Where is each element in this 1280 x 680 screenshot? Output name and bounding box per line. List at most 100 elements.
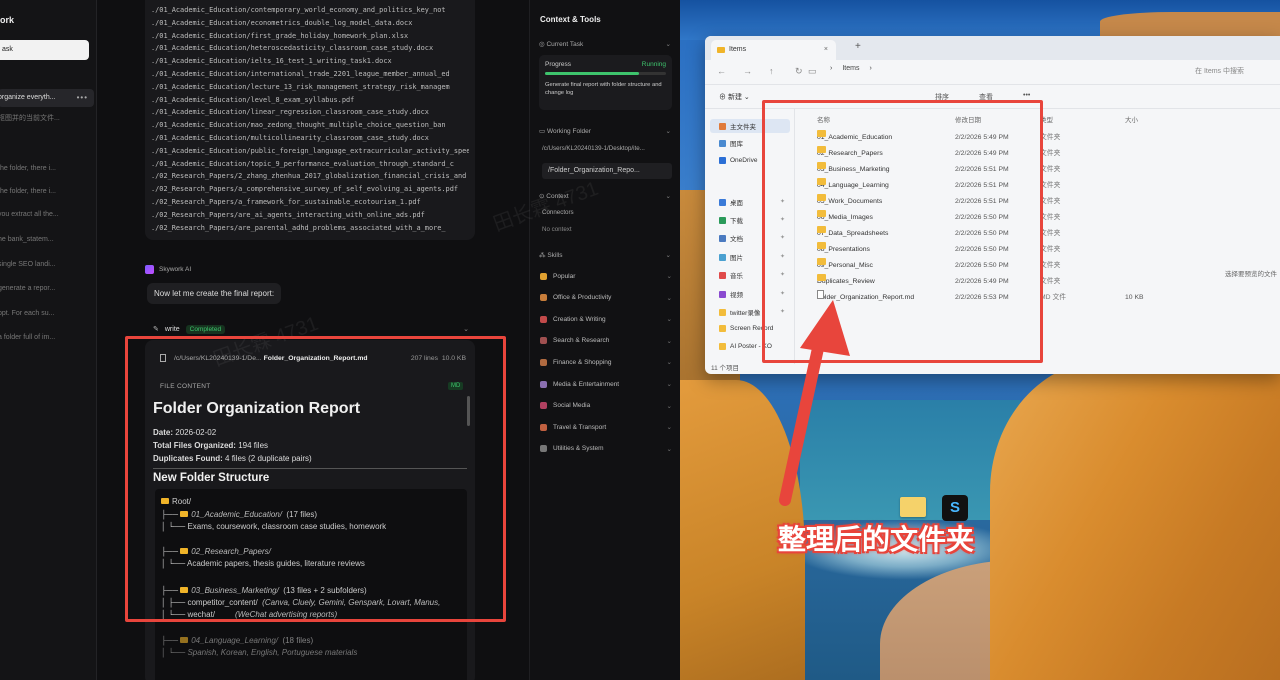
- sidebar-item-label: generate a repor...: [0, 285, 56, 292]
- working-folder-header[interactable]: ▭ Working Folder ⌄: [539, 127, 671, 136]
- file-date: 2/2/2026 5:50 PM: [955, 214, 1009, 221]
- sort-button[interactable]: 排序: [935, 92, 949, 102]
- chat-panel: ./01_Academic_Education/contemporary_wor…: [97, 0, 529, 680]
- file-row[interactable]: 01_Academic_Education 2/2/2026 5:49 PM 文件夹: [805, 130, 1265, 146]
- sidebar-item[interactable]: ppt. For each su...: [0, 307, 94, 321]
- new-task-button[interactable]: ask: [0, 40, 89, 60]
- nav-item[interactable]: OneDrive: [719, 157, 757, 164]
- new-tab-button[interactable]: +: [855, 41, 861, 52]
- sidebar-item[interactable]: the folder, there i...: [0, 185, 94, 199]
- nav-item-label: twitter录像: [730, 310, 761, 317]
- tree-branch: ├──: [161, 510, 181, 519]
- folder-icon: [180, 548, 189, 554]
- chevron-down-icon[interactable]: ⌄: [666, 192, 671, 200]
- skill-icon: [540, 402, 547, 410]
- search-input[interactable]: 在 Items 中搜索: [1195, 66, 1244, 76]
- file-row[interactable]: Duplicates_Review 2/2/2026 5:49 PM 文件夹: [805, 274, 1265, 290]
- nav-item-label: 音乐: [730, 273, 743, 280]
- sidebar-item[interactable]: a folder full of im...: [0, 331, 94, 345]
- nav-item[interactable]: 文档: [719, 233, 743, 243]
- chevron-down-icon[interactable]: ⌄: [666, 40, 671, 48]
- skills-icon: ⁂: [539, 252, 548, 259]
- col-name[interactable]: 名称: [817, 114, 830, 124]
- pin-icon: ✦: [780, 235, 786, 241]
- nav-item-icon: [719, 271, 726, 279]
- sidebar-item[interactable]: 抠图并的当前文件...: [0, 112, 94, 126]
- skill-category[interactable]: Social Media ⌄: [540, 402, 672, 410]
- file-row[interactable]: 09_Personal_Misc 2/2/2026 5:50 PM 文件夹: [805, 258, 1265, 274]
- agent-header: Skywork AI: [145, 265, 191, 274]
- more-icon[interactable]: •••: [77, 89, 88, 107]
- chevron-down-icon[interactable]: ⌄: [666, 251, 671, 259]
- nav-item[interactable]: 视频: [719, 289, 743, 299]
- sidebar-item[interactable]: you extract all the...: [0, 208, 94, 222]
- file-row[interactable]: 07_Data_Spreadsheets 2/2/2026 5:50 PM 文件夹: [805, 226, 1265, 242]
- file-row[interactable]: 03_Business_Marketing 2/2/2026 5:51 PM 文件夹: [805, 162, 1265, 178]
- chevron-down-icon[interactable]: ⌄: [666, 127, 671, 135]
- file-list-line: ./01_Academic_Education/linear_regressio…: [151, 108, 429, 117]
- skill-category[interactable]: Media & Entertainment ⌄: [540, 380, 672, 388]
- nav-item[interactable]: twitter录像: [719, 307, 760, 317]
- skill-category[interactable]: Office & Productivity ⌄: [540, 294, 672, 302]
- col-type[interactable]: 类型: [1040, 114, 1053, 124]
- working-file-chip[interactable]: /Folder_Organization_Repo...: [542, 163, 672, 179]
- file-date: 2/2/2026 5:49 PM: [955, 134, 1009, 141]
- chevron-down-icon: ⌄: [666, 424, 672, 432]
- nav-item[interactable]: 桌面: [719, 197, 743, 207]
- tree-subfolder: │ └── wechat/: [161, 610, 216, 619]
- sidebar-item[interactable]: organize everyth... •••: [0, 89, 94, 107]
- file-row[interactable]: 04_Language_Learning 2/2/2026 5:51 PM 文件夹: [805, 178, 1265, 194]
- skill-category[interactable]: Search & Research ⌄: [540, 337, 672, 345]
- up-arrow-icon[interactable]: ↑: [769, 66, 774, 76]
- skill-label: Media & Entertainment: [553, 380, 620, 388]
- scrollbar[interactable]: [467, 396, 470, 426]
- file-lines: 207 lines: [410, 354, 439, 362]
- sidebar-item[interactable]: generate a repor...: [0, 282, 94, 296]
- skill-category[interactable]: Finance & Shopping ⌄: [540, 358, 672, 366]
- sidebar-item-label: a folder full of im...: [0, 334, 56, 341]
- nav-item-icon: [719, 198, 726, 206]
- file-row[interactable]: 02_Research_Papers 2/2/2026 5:49 PM 文件夹: [805, 146, 1265, 162]
- breadcrumb[interactable]: › Items ›: [830, 65, 872, 72]
- total-value: 194 files: [238, 441, 269, 450]
- skill-category[interactable]: Utilities & System ⌄: [540, 445, 672, 453]
- nav-item[interactable]: 图片: [719, 252, 743, 262]
- sidebar-item[interactable]: single SEO landi...: [0, 258, 94, 272]
- nav-item[interactable]: 音乐: [719, 270, 743, 280]
- nav-item[interactable]: 图库: [719, 138, 743, 148]
- col-date[interactable]: 修改日期: [955, 114, 981, 124]
- view-button[interactable]: 查看: [979, 92, 993, 102]
- close-icon[interactable]: ×: [824, 40, 828, 60]
- skill-category[interactable]: Popular ⌄: [540, 272, 672, 280]
- skill-category[interactable]: Travel & Transport ⌄: [540, 423, 672, 431]
- tree-line: ├── 02_Research_Papers/: [161, 547, 271, 556]
- nav-item[interactable]: AI Poster - KO: [719, 343, 772, 350]
- more-button[interactable]: •••: [1023, 92, 1030, 102]
- file-name-cell: 05_Work_Documents: [817, 194, 882, 210]
- chevron-down-icon: ⌄: [666, 359, 672, 367]
- breadcrumb-items[interactable]: Items: [842, 65, 859, 72]
- nav-item[interactable]: Screen Record: [719, 325, 773, 332]
- refresh-icon[interactable]: ↻: [795, 66, 803, 77]
- pin-icon: ✦: [780, 291, 786, 297]
- tab-items[interactable]: Items ×: [711, 40, 836, 60]
- file-row[interactable]: Folder_Organization_Report.md 2/2/2026 5:…: [805, 290, 1265, 306]
- file-row[interactable]: 08_Presentations 2/2/2026 5:50 PM 文件夹: [805, 242, 1265, 258]
- tab-label: Items: [729, 46, 747, 53]
- current-task-header[interactable]: ◎ Current Task ⌄: [539, 40, 671, 49]
- sidebar-item[interactable]: the folder, there i...: [0, 162, 94, 176]
- nav-item[interactable]: 主文件夹: [710, 119, 790, 133]
- desktop-folder-icon[interactable]: [900, 497, 926, 517]
- sidebar-item[interactable]: he bank_statem...: [0, 233, 94, 247]
- skill-category[interactable]: Creation & Writing ⌄: [540, 315, 672, 323]
- skywork-logo-icon: [145, 265, 154, 274]
- back-arrow-icon[interactable]: ←: [717, 66, 726, 76]
- forward-arrow-icon[interactable]: →: [743, 66, 752, 76]
- nav-item[interactable]: 下载: [719, 215, 743, 225]
- new-button[interactable]: ⊕ 新建 ⌄: [719, 92, 750, 102]
- col-size[interactable]: 大小: [1125, 114, 1138, 124]
- nav-item-icon: [719, 325, 726, 332]
- file-type: 文件夹: [1040, 166, 1061, 173]
- chevron-down-icon[interactable]: ⌄: [463, 325, 469, 333]
- skills-header[interactable]: ⁂ Skills ⌄: [539, 251, 671, 260]
